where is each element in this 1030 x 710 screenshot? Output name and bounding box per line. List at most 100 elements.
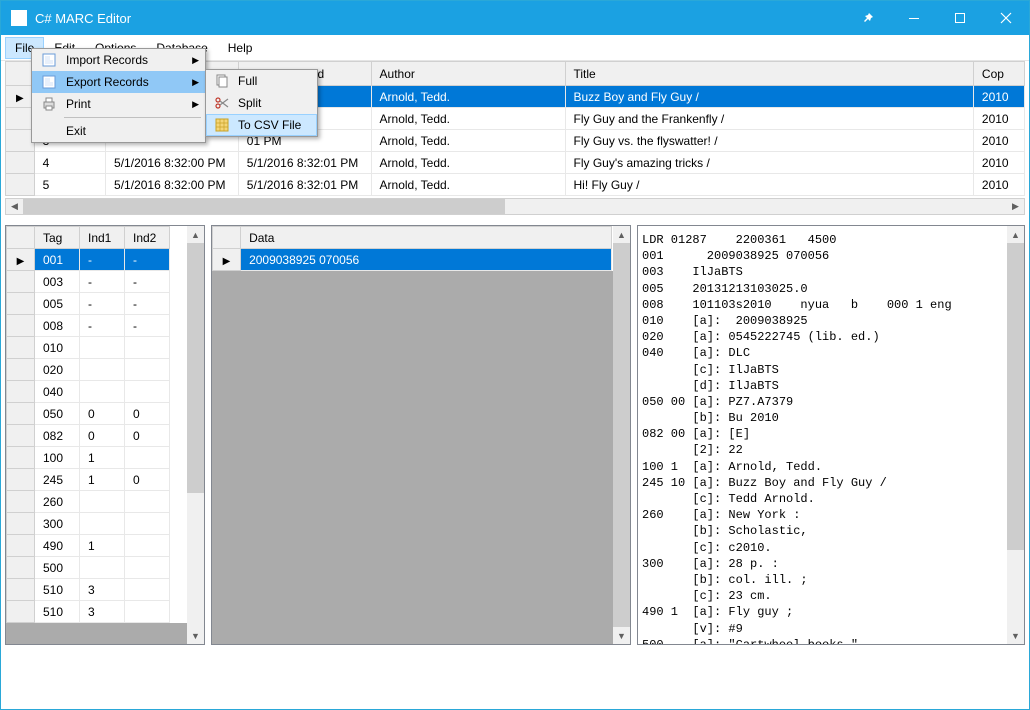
record-cell[interactable]: Arnold, Tedd. (371, 130, 565, 152)
scroll-up-button[interactable]: ▲ (1007, 226, 1024, 243)
tag-cell[interactable]: 490 (35, 535, 80, 557)
row-header[interactable] (7, 425, 35, 447)
row-header[interactable] (7, 359, 35, 381)
tag-cell[interactable] (80, 337, 125, 359)
data-row[interactable]: ▶2009038925 070056 (213, 249, 612, 271)
row-header[interactable] (7, 601, 35, 623)
tag-cell[interactable]: 3 (80, 601, 125, 623)
tag-row[interactable]: 1001 (7, 447, 170, 469)
marc-preview-panel[interactable]: LDR 01287 2200361 4500 001 2009038925 07… (637, 225, 1025, 645)
pin-button[interactable] (845, 1, 891, 35)
tag-cell[interactable]: - (125, 249, 170, 271)
tags-header[interactable]: Ind2 (125, 227, 170, 249)
scroll-up-button[interactable]: ▲ (187, 226, 204, 243)
tag-row[interactable]: 260 (7, 491, 170, 513)
tag-row[interactable]: ▶001-- (7, 249, 170, 271)
row-header[interactable] (7, 293, 35, 315)
tag-cell[interactable]: 0 (80, 425, 125, 447)
tag-cell[interactable] (125, 491, 170, 513)
record-cell[interactable]: 2010 (973, 86, 1024, 108)
export-full[interactable]: Full (206, 70, 317, 92)
tag-cell[interactable] (80, 359, 125, 381)
record-cell[interactable]: 4 (34, 152, 105, 174)
scroll-thumb[interactable] (613, 243, 630, 627)
row-header[interactable] (7, 447, 35, 469)
row-header[interactable] (7, 381, 35, 403)
tag-cell[interactable]: 0 (125, 425, 170, 447)
tag-cell[interactable]: 245 (35, 469, 80, 491)
record-cell[interactable]: 5 (34, 174, 105, 196)
tag-row[interactable]: 08200 (7, 425, 170, 447)
record-cell[interactable]: Arnold, Tedd. (371, 174, 565, 196)
record-cell[interactable]: Arnold, Tedd. (371, 86, 565, 108)
tag-row[interactable]: 05000 (7, 403, 170, 425)
tag-cell[interactable]: - (80, 315, 125, 337)
file-menu-exit[interactable]: Exit (32, 120, 205, 142)
tag-cell[interactable] (125, 381, 170, 403)
tag-cell[interactable] (80, 491, 125, 513)
menu-help[interactable]: Help (218, 37, 263, 59)
tag-cell[interactable]: 100 (35, 447, 80, 469)
tag-row[interactable]: 040 (7, 381, 170, 403)
marc-vscrollbar[interactable]: ▲ ▼ (1007, 226, 1024, 644)
tag-row[interactable]: 020 (7, 359, 170, 381)
tag-cell[interactable]: 0 (125, 469, 170, 491)
record-cell[interactable]: 2010 (973, 130, 1024, 152)
tag-cell[interactable] (125, 535, 170, 557)
tag-cell[interactable]: 008 (35, 315, 80, 337)
tag-cell[interactable]: - (125, 315, 170, 337)
records-hscrollbar[interactable]: ◀ ▶ (5, 198, 1025, 215)
tags-panel[interactable]: TagInd1Ind2▶001--003--005--008--01002004… (5, 225, 205, 645)
row-header[interactable] (7, 557, 35, 579)
scroll-left-button[interactable]: ◀ (6, 199, 23, 214)
scroll-right-button[interactable]: ▶ (1007, 199, 1024, 214)
record-cell[interactable]: Hi! Fly Guy / (565, 174, 973, 196)
tag-cell[interactable]: 260 (35, 491, 80, 513)
data-cell[interactable]: 2009038925 070056 (241, 249, 612, 271)
tag-row[interactable]: 4901 (7, 535, 170, 557)
export-split[interactable]: Split (206, 92, 317, 114)
tags-header[interactable]: Tag (35, 227, 80, 249)
row-header[interactable] (6, 174, 35, 196)
tag-cell[interactable]: - (125, 293, 170, 315)
tag-cell[interactable]: - (80, 293, 125, 315)
close-button[interactable] (983, 1, 1029, 35)
tag-cell[interactable]: 1 (80, 469, 125, 491)
records-header[interactable]: Author (371, 62, 565, 86)
row-header[interactable] (7, 469, 35, 491)
export-to-csv[interactable]: To CSV File (206, 114, 317, 136)
record-row[interactable]: 55/1/2016 8:32:00 PM5/1/2016 8:32:01 PMA… (6, 174, 1025, 196)
tag-cell[interactable]: 001 (35, 249, 80, 271)
row-header[interactable] (7, 579, 35, 601)
tag-cell[interactable]: 300 (35, 513, 80, 535)
tag-row[interactable]: 5103 (7, 579, 170, 601)
tag-cell[interactable] (125, 359, 170, 381)
tag-cell[interactable]: 3 (80, 579, 125, 601)
scroll-thumb[interactable] (1007, 243, 1024, 550)
records-header[interactable]: Cop (973, 62, 1024, 86)
data-panel[interactable]: Data▶2009038925 070056 ▲ ▼ (211, 225, 631, 645)
scroll-thumb[interactable] (187, 243, 204, 493)
row-header[interactable]: ▶ (213, 249, 241, 271)
record-cell[interactable]: 2010 (973, 108, 1024, 130)
tag-cell[interactable]: 1 (80, 535, 125, 557)
tag-cell[interactable]: - (80, 271, 125, 293)
record-cell[interactable]: Buzz Boy and Fly Guy / (565, 86, 973, 108)
row-header[interactable] (6, 130, 35, 152)
tag-cell[interactable] (125, 513, 170, 535)
tags-header[interactable] (7, 227, 35, 249)
tag-cell[interactable]: - (80, 249, 125, 271)
tag-cell[interactable]: 010 (35, 337, 80, 359)
tag-cell[interactable] (80, 557, 125, 579)
record-cell[interactable]: Arnold, Tedd. (371, 152, 565, 174)
scroll-down-button[interactable]: ▼ (187, 627, 204, 644)
tag-row[interactable]: 010 (7, 337, 170, 359)
scroll-up-button[interactable]: ▲ (613, 226, 630, 243)
record-cell[interactable]: 5/1/2016 8:32:01 PM (238, 152, 371, 174)
data-vscrollbar[interactable]: ▲ ▼ (613, 226, 630, 644)
tags-vscrollbar[interactable]: ▲ ▼ (187, 226, 204, 644)
tag-cell[interactable]: 0 (80, 403, 125, 425)
row-header[interactable] (7, 403, 35, 425)
tag-cell[interactable]: 500 (35, 557, 80, 579)
row-header[interactable] (7, 271, 35, 293)
